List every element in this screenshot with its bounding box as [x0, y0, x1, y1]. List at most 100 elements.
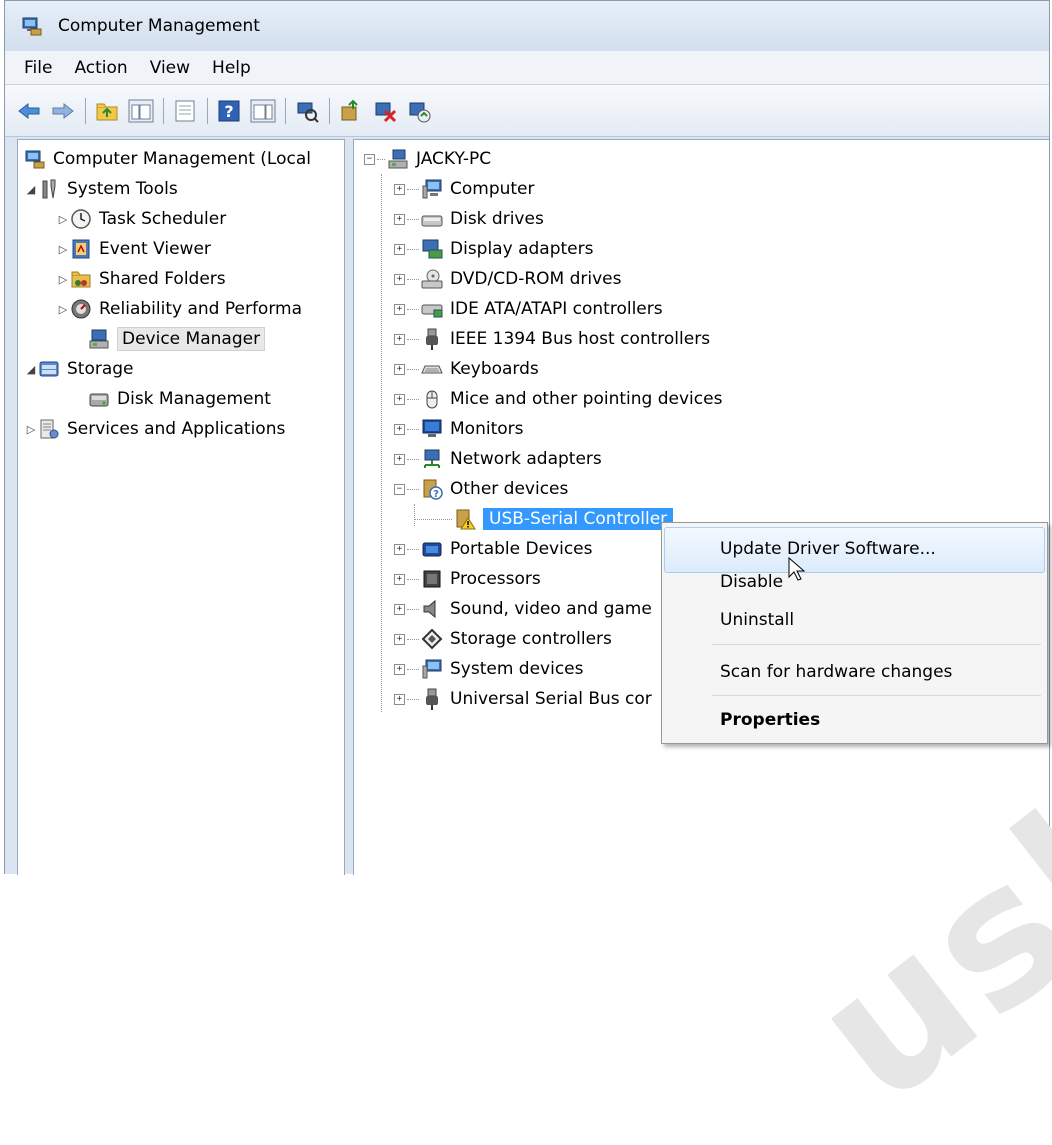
menu-view[interactable]: View: [139, 58, 201, 78]
device-category-keyboards[interactable]: + Keyboards: [394, 354, 539, 384]
forward-arrow-icon[interactable]: [49, 97, 77, 125]
tree-item-disk-management[interactable]: Disk Management: [88, 384, 271, 414]
expand-box-icon[interactable]: +: [394, 453, 405, 465]
tree-item-services-applications[interactable]: ▷ Services and Applications: [24, 414, 286, 444]
menu-item-scan-hardware[interactable]: Scan for hardware changes: [720, 662, 952, 682]
menu-item-disable[interactable]: Disable: [720, 572, 783, 592]
usb-plug-icon: [421, 688, 443, 710]
navigation-tree-pane[interactable]: Computer Management (Local ◢ System Tool…: [17, 139, 345, 875]
expand-box-icon[interactable]: +: [394, 543, 405, 555]
device-category-system-devices[interactable]: + System devices: [394, 654, 584, 684]
expand-box-icon[interactable]: +: [394, 663, 405, 675]
device-category-network-adapters[interactable]: + Network adapters: [394, 444, 602, 474]
device-category-sound[interactable]: + Sound, video and game: [394, 594, 652, 624]
device-category-mice[interactable]: + Mice and other pointing devices: [394, 384, 722, 414]
device-category-disk-drives[interactable]: + Disk drives: [394, 204, 544, 234]
expand-box-icon[interactable]: +: [394, 303, 405, 315]
tree-item-reliability[interactable]: ▷ Reliability and Performa: [56, 294, 302, 324]
expand-box-icon[interactable]: +: [394, 333, 405, 345]
back-arrow-icon[interactable]: [15, 97, 43, 125]
svg-text:?: ?: [224, 102, 233, 121]
tree-connector: [407, 278, 419, 280]
computer-icon: [421, 178, 443, 200]
menu-action[interactable]: Action: [63, 58, 138, 78]
tree-connector: [377, 158, 385, 160]
tree-connector: [407, 428, 419, 430]
tree-item-event-viewer[interactable]: ▷ Event Viewer: [56, 234, 211, 264]
expand-box-icon[interactable]: +: [394, 573, 405, 585]
computer-management-icon: [21, 15, 43, 37]
scan-hardware-icon[interactable]: [293, 97, 321, 125]
tree-item-task-scheduler[interactable]: ▷ Task Scheduler: [56, 204, 226, 234]
expand-box-icon[interactable]: +: [394, 243, 405, 255]
expand-box-icon[interactable]: +: [394, 603, 405, 615]
device-category-processors[interactable]: + Processors: [394, 564, 541, 594]
expand-arrow-icon[interactable]: ▷: [56, 273, 70, 286]
tree-label: Reliability and Performa: [99, 299, 302, 319]
device-tree-pane[interactable]: − JACKY-PC + Computer + Disk drives + Di…: [353, 139, 1049, 875]
update-driver-icon[interactable]: [337, 97, 365, 125]
menu-item-update-driver[interactable]: Update Driver Software...: [720, 539, 936, 559]
dvd-drive-icon: [421, 268, 443, 290]
processor-icon: [421, 568, 443, 590]
collapse-arrow-icon[interactable]: ◢: [24, 363, 38, 376]
expand-box-icon[interactable]: +: [394, 363, 405, 375]
device-category-display-adapters[interactable]: + Display adapters: [394, 234, 593, 264]
device-category-ide-controllers[interactable]: + IDE ATA/ATAPI controllers: [394, 294, 663, 324]
tree-item-storage[interactable]: ◢ Storage: [24, 354, 134, 384]
collapse-box-icon[interactable]: −: [394, 483, 405, 495]
device-category-ieee1394[interactable]: + IEEE 1394 Bus host controllers: [394, 324, 710, 354]
collapse-arrow-icon[interactable]: ◢: [24, 183, 38, 196]
tree-connector: [407, 218, 419, 220]
tree-item-shared-folders[interactable]: ▷ Shared Folders: [56, 264, 226, 294]
expand-box-icon[interactable]: +: [394, 213, 405, 225]
device-usb-serial-controller[interactable]: USB-Serial Controller: [414, 504, 674, 534]
category-label: Portable Devices: [450, 539, 593, 559]
tree-label: Shared Folders: [99, 269, 226, 289]
device-category-storage-controllers[interactable]: + Storage controllers: [394, 624, 612, 654]
help-icon[interactable]: ?: [215, 97, 243, 125]
expand-box-icon[interactable]: +: [394, 423, 405, 435]
expand-box-icon[interactable]: +: [394, 633, 405, 645]
device-category-other-devices[interactable]: − ? Other devices: [394, 474, 568, 504]
device-category-usb[interactable]: + Universal Serial Bus cor: [394, 684, 652, 714]
tree-item-device-manager[interactable]: Device Manager: [88, 324, 266, 354]
menu-help[interactable]: Help: [201, 58, 262, 78]
expand-arrow-icon[interactable]: ▷: [56, 213, 70, 226]
menu-item-uninstall[interactable]: Uninstall: [720, 610, 794, 630]
tree-item-system-tools[interactable]: ◢ System Tools: [24, 174, 178, 204]
category-label: System devices: [450, 659, 584, 679]
device-tree-root[interactable]: − JACKY-PC: [364, 144, 491, 174]
expand-arrow-icon[interactable]: ▷: [56, 243, 70, 256]
collapse-box-icon[interactable]: −: [364, 153, 375, 165]
device-category-computer[interactable]: + Computer: [394, 174, 535, 204]
enable-device-icon[interactable]: [405, 97, 433, 125]
export-list-icon[interactable]: [171, 97, 199, 125]
menu-item-properties[interactable]: Properties: [720, 710, 820, 730]
expand-box-icon[interactable]: +: [394, 273, 405, 285]
menu-file[interactable]: File: [13, 58, 63, 78]
services-icon: [38, 418, 60, 440]
category-label: Display adapters: [450, 239, 594, 259]
show-hide-tree-icon[interactable]: [127, 97, 155, 125]
uninstall-icon[interactable]: [371, 97, 399, 125]
expand-box-icon[interactable]: +: [394, 693, 405, 705]
expand-arrow-icon[interactable]: ▷: [24, 423, 38, 436]
category-label: Sound, video and game: [450, 599, 652, 619]
device-category-dvd-drives[interactable]: + DVD/CD-ROM drives: [394, 264, 621, 294]
device-manager-icon: [88, 328, 110, 350]
unknown-device-icon: ?: [421, 478, 443, 500]
expand-box-icon[interactable]: +: [394, 183, 405, 195]
device-category-portable-devices[interactable]: + Portable Devices: [394, 534, 593, 564]
tree-item-computer-management[interactable]: Computer Management (Local: [24, 144, 311, 174]
storage-icon: [38, 358, 60, 380]
expand-arrow-icon[interactable]: ▷: [56, 303, 70, 316]
expand-box-icon[interactable]: +: [394, 393, 405, 405]
toolbar-separator: [85, 97, 86, 124]
tools-icon: [38, 178, 60, 200]
tree-connector: [407, 368, 419, 370]
up-folder-icon[interactable]: [93, 97, 121, 125]
computer-network-icon: [387, 148, 409, 170]
action-pane-icon[interactable]: [249, 97, 277, 125]
device-category-monitors[interactable]: + Monitors: [394, 414, 523, 444]
